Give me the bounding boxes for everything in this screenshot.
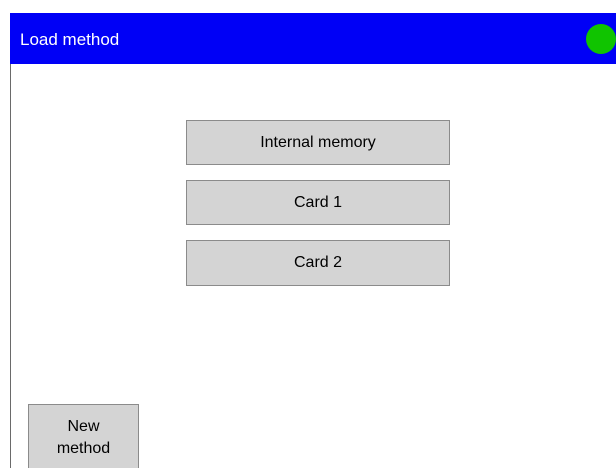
window-title: Load method [20, 30, 120, 49]
title-bar: Load method [10, 13, 616, 64]
new-method-label: New method [56, 417, 111, 457]
load-method-screen: Load method Internal memory Card 1 Card … [0, 0, 616, 468]
new-method-button[interactable]: New method [28, 404, 139, 468]
top-strip [0, 0, 616, 13]
card-2-label: Card 2 [293, 254, 343, 271]
card-1-label: Card 1 [293, 193, 343, 211]
status-indicator-icon [586, 24, 616, 54]
internal-memory-button[interactable]: Internal memory [186, 120, 450, 165]
left-border [10, 64, 11, 468]
card-1-button[interactable]: Card 1 [186, 180, 450, 225]
card-2-button[interactable]: Card 2 [186, 240, 450, 286]
internal-memory-label: Internal memory [260, 133, 376, 151]
